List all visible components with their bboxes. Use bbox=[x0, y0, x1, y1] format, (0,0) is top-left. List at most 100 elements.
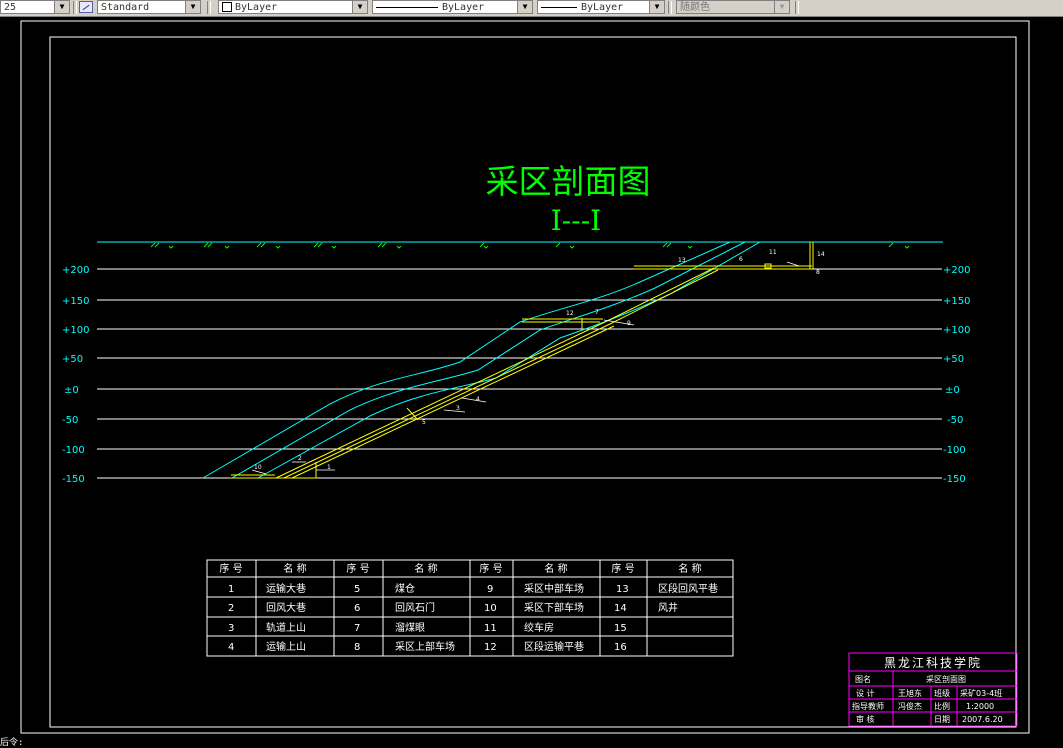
legend-header: 名 称 bbox=[544, 562, 567, 575]
chevron-down-icon[interactable]: ▼ bbox=[649, 1, 664, 13]
callout-8: 8 bbox=[816, 269, 820, 276]
layer-value: ByLayer bbox=[235, 2, 278, 13]
tb-label: 指导教师 bbox=[852, 701, 884, 711]
legend-header: 序 号 bbox=[611, 562, 634, 575]
lineweight-value: ByLayer bbox=[581, 2, 624, 13]
roadways bbox=[229, 242, 814, 479]
callout-10: 10 bbox=[254, 464, 262, 471]
callout-11: 11 bbox=[769, 249, 777, 256]
title-block: 黑龙江科技学院 图名 采区剖面图 设 计 王旭东 班级 采矿03-4班 指导教师… bbox=[848, 652, 1018, 727]
linetype-scale-value: 25 bbox=[4, 2, 17, 13]
linetype-value: ByLayer bbox=[442, 2, 485, 13]
elevation-label: -100 bbox=[943, 445, 966, 456]
legend-cell: 溜煤眼 bbox=[395, 621, 425, 634]
legend-table: 序 号 名 称 序 号 名 称 序 号 名 称 序 号 名 称 1 运输大巷 5… bbox=[206, 559, 734, 657]
layer-combo[interactable]: ByLayer ▼ bbox=[218, 0, 368, 14]
lineweight-preview-icon bbox=[541, 6, 577, 8]
text-style-combo[interactable]: Standard ▼ bbox=[97, 0, 201, 14]
legend-cell: 采区下部车场 bbox=[524, 601, 584, 614]
tb-designer: 王旭东 bbox=[898, 688, 922, 698]
school-name: 黑龙江科技学院 bbox=[884, 655, 982, 670]
elevation-label: -50 bbox=[62, 415, 78, 426]
legend-cell: 10 bbox=[484, 603, 497, 614]
elevation-label: +200 bbox=[943, 265, 970, 276]
legend-cell: 3 bbox=[228, 623, 234, 634]
elevation-lines bbox=[97, 268, 942, 479]
linetype-combo[interactable]: ByLayer ▼ bbox=[372, 0, 533, 14]
coal-seams bbox=[202, 241, 761, 479]
legend-cell: 风井 bbox=[658, 601, 678, 614]
text-style-icon[interactable] bbox=[79, 1, 93, 13]
legend-cell: 回风石门 bbox=[395, 601, 435, 614]
chevron-down-icon[interactable]: ▼ bbox=[517, 1, 532, 13]
callout-labels: 1 2 3 4 5 6 7 8 9 10 11 12 13 14 bbox=[254, 249, 825, 471]
belt-rise bbox=[283, 269, 719, 479]
legend-cell: 回风大巷 bbox=[266, 601, 306, 614]
tb-scale: 1:2000 bbox=[966, 702, 994, 711]
toolbar-separator bbox=[207, 1, 211, 14]
tb-label: 设 计 bbox=[856, 688, 875, 698]
legend-header: 序 号 bbox=[219, 562, 242, 575]
plot-style-combo: 随颜色 ▼ bbox=[676, 0, 790, 14]
elevation-labels-left: +200 +150 +100 +50 ±0 -50 -100 -150 bbox=[62, 265, 89, 485]
legend-cell: 区段运输平巷 bbox=[524, 640, 584, 653]
legend-header: 名 称 bbox=[678, 562, 701, 575]
elevation-label: -150 bbox=[943, 474, 966, 485]
toolbar-separator bbox=[795, 1, 799, 14]
properties-toolbar: 25 ▼ Standard ▼ ByLayer ▼ ByLayer ▼ ByLa… bbox=[0, 0, 1063, 17]
toolbar-separator bbox=[668, 1, 672, 14]
tb-label: 审 核 bbox=[856, 714, 875, 724]
legend-cell: 绞车房 bbox=[524, 621, 554, 634]
legend-cell: 轨道上山 bbox=[266, 621, 306, 634]
tb-drawing-name: 采区剖面图 bbox=[926, 674, 966, 684]
callout-6: 6 bbox=[739, 256, 743, 263]
elevation-label: ±0 bbox=[945, 385, 960, 396]
elevation-label: +50 bbox=[62, 354, 83, 365]
tb-label: 日期 bbox=[934, 715, 950, 724]
chevron-down-icon: ▼ bbox=[774, 1, 789, 13]
elevation-label: +200 bbox=[62, 265, 89, 276]
elevation-label: +50 bbox=[943, 354, 964, 365]
legend-cell: 采区中部车场 bbox=[524, 582, 584, 595]
legend-cell: 7 bbox=[354, 623, 360, 634]
legend-cell: 9 bbox=[487, 584, 493, 595]
lineweight-combo[interactable]: ByLayer ▼ bbox=[537, 0, 665, 14]
chevron-down-icon[interactable]: ▼ bbox=[352, 1, 367, 13]
chevron-down-icon[interactable]: ▼ bbox=[185, 1, 200, 13]
legend-cell: 5 bbox=[354, 584, 360, 595]
legend-cell: 4 bbox=[228, 642, 234, 653]
callout-9: 9 bbox=[627, 320, 631, 327]
legend-cell: 2 bbox=[228, 603, 234, 614]
legend-cell: 1 bbox=[228, 584, 234, 595]
legend-cell: 13 bbox=[616, 584, 629, 595]
linetype-scale-combo[interactable]: 25 ▼ bbox=[0, 0, 70, 14]
callout-12: 12 bbox=[566, 310, 574, 317]
color-swatch-icon bbox=[222, 2, 232, 12]
drawing-canvas[interactable]: 采区剖面图 I---I +200 +150 +100 +50 ±0 -50 -1… bbox=[0, 16, 1063, 739]
legend-header: 序 号 bbox=[346, 562, 369, 575]
toolbar-separator bbox=[73, 1, 77, 14]
legend-cell: 14 bbox=[614, 603, 627, 614]
elevation-labels-right: +200 +150 +100 +50 ±0 -50 -100 -150 bbox=[943, 265, 970, 485]
legend-cell: 运输上山 bbox=[266, 640, 306, 653]
elevation-label: -150 bbox=[62, 474, 85, 485]
elevation-label: -50 bbox=[947, 415, 963, 426]
legend-cell: 采区上部车场 bbox=[395, 640, 455, 653]
callout-5: 5 bbox=[422, 419, 426, 426]
callout-4: 4 bbox=[476, 396, 480, 403]
legend-cell: 16 bbox=[614, 642, 627, 653]
section-label: I---I bbox=[551, 204, 602, 237]
elevation-label: ±0 bbox=[64, 385, 79, 396]
callout-7: 7 bbox=[595, 309, 599, 316]
legend-cell: 区段回风平巷 bbox=[658, 582, 718, 595]
text-style-value: Standard bbox=[101, 2, 150, 13]
tb-class: 采矿03-4班 bbox=[960, 688, 1002, 698]
legend-cell: 8 bbox=[354, 642, 360, 653]
legend-cell: 11 bbox=[484, 623, 497, 634]
legend-cell: 12 bbox=[484, 642, 497, 653]
elevation-label: +100 bbox=[943, 325, 970, 336]
legend-cell: 煤仓 bbox=[395, 582, 415, 595]
callout-14: 14 bbox=[817, 251, 825, 258]
tb-date: 2007.6.20 bbox=[962, 715, 1003, 724]
chevron-down-icon[interactable]: ▼ bbox=[54, 1, 69, 13]
